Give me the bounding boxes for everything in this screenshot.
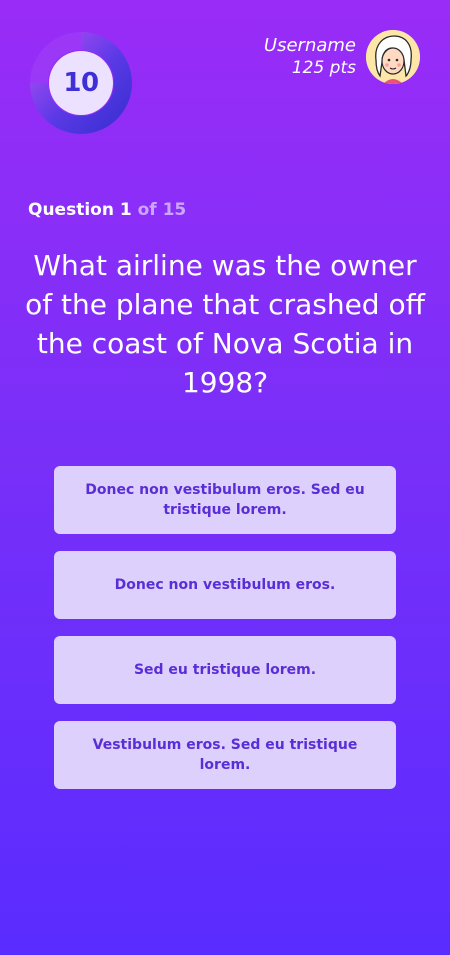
user-avatar-icon[interactable]: [366, 30, 420, 84]
countdown-timer: 10: [30, 32, 132, 134]
timer-value: 10: [63, 68, 99, 98]
answer-list: Donec non vestibulum eros. Sed eu tristi…: [54, 466, 396, 789]
question-text: What airline was the owner of the plane …: [25, 249, 425, 399]
question-counter: Question 1 of 15: [28, 200, 186, 220]
timer-center: 10: [49, 51, 113, 115]
answer-option-4[interactable]: Vestibulum eros. Sed eu tristique lorem.: [54, 721, 396, 789]
points-label: 125 pts: [291, 58, 356, 78]
user-profile[interactable]: Username 125 pts: [264, 30, 420, 84]
answer-option-1[interactable]: Donec non vestibulum eros. Sed eu tristi…: [54, 466, 396, 534]
username-label: Username: [263, 35, 356, 56]
answer-label: Donec non vestibulum eros. Sed eu tristi…: [85, 482, 365, 518]
user-info: Username 125 pts: [264, 35, 356, 79]
answer-label: Sed eu tristique lorem.: [133, 662, 317, 678]
answer-label: Donec non vestibulum eros.: [114, 577, 336, 593]
answer-option-2[interactable]: Donec non vestibulum eros.: [54, 551, 396, 619]
question-total: of 15: [137, 200, 187, 220]
answer-option-3[interactable]: Sed eu tristique lorem.: [54, 636, 396, 704]
question-current: Question 1: [28, 200, 132, 220]
answer-label: Vestibulum eros. Sed eu tristique lorem.: [92, 737, 358, 773]
